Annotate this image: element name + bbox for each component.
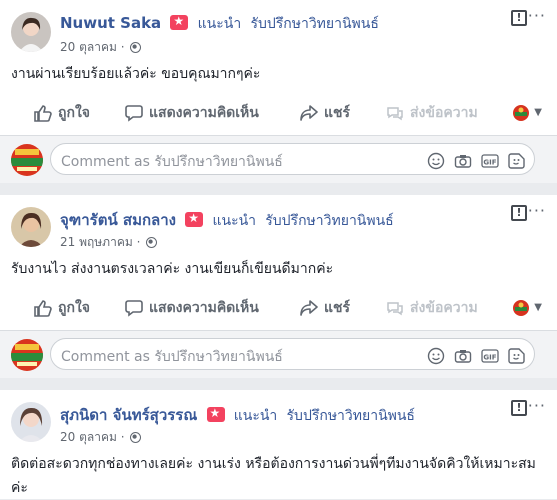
author-name[interactable]: Nuwut Saka แนะนำ รับปรึกษาวิทยานิพนธ์ (60, 13, 379, 35)
comment-input[interactable]: Comment as รับปรึกษาวิทยานิพนธ์ GIF (50, 338, 535, 370)
share-icon (300, 300, 318, 316)
post-meta: 20 ตุลาคม · (60, 428, 142, 447)
share-button[interactable]: แชร์ (300, 96, 350, 130)
author-name[interactable]: จุฑารัตน์ สมกลาง แนะนำ รับปรึกษาวิทยานิพ… (60, 208, 394, 232)
comment-composer: Comment as รับปรึกษาวิทยานิพนธ์ GIF (0, 330, 557, 378)
composer-icons: GIF (418, 345, 526, 365)
review-card: จุฑารัตน์ สมกลาง แนะนำ รับปรึกษาวิทยานิพ… (0, 195, 557, 378)
like-label: ถูกใจ (58, 105, 90, 121)
review-text: รับงานไว ส่งงานตรงเวลาค่ะ งานเขียนก็เขีย… (11, 261, 334, 277)
emoji-icon[interactable] (427, 152, 445, 170)
more-options-icon[interactable]: ··· (528, 201, 546, 220)
report-icon[interactable]: ! (511, 400, 527, 416)
action-bar: ถูกใจ แสดงความคิดเห็น แชร์ ส่งข้อความ ▼ (0, 96, 557, 130)
page-avatar-icon[interactable] (513, 300, 529, 316)
share-label: แชร์ (324, 105, 351, 121)
message-label: ส่งข้อความ (410, 300, 478, 316)
author-name-text[interactable]: สุภนิดา จันทร์สุวรรณ (60, 406, 197, 424)
thumbs-up-icon (34, 300, 52, 317)
avatar[interactable] (11, 12, 51, 52)
page-name-link[interactable]: รับปรึกษาวิทยานิพนธ์ (265, 213, 393, 229)
post-meta: 20 ตุลาคม · (60, 38, 142, 57)
svg-text:GIF: GIF (483, 158, 496, 166)
page-name-link[interactable]: รับปรึกษาวิทยานิพนธ์ (250, 16, 378, 32)
emoji-icon[interactable] (427, 347, 445, 365)
share-label: แชร์ (324, 300, 351, 316)
author-name-text[interactable]: Nuwut Saka (60, 14, 161, 32)
like-label: ถูกใจ (58, 300, 90, 316)
like-button[interactable]: ถูกใจ (34, 291, 90, 325)
comment-icon (125, 105, 143, 122)
recommend-label: แนะนำ (212, 213, 257, 229)
share-icon (300, 105, 318, 121)
comment-label: แสดงความคิดเห็น (149, 300, 259, 316)
globe-icon (146, 237, 158, 248)
avatar[interactable] (11, 402, 51, 442)
page-name-link[interactable]: รับปรึกษาวิทยานิพนธ์ (287, 408, 415, 424)
recommend-icon (185, 211, 204, 227)
review-card: Nuwut Saka แนะนำ รับปรึกษาวิทยานิพนธ์ 20… (0, 0, 557, 183)
review-card: สุภนิดา จันทร์สุวรรณ แนะนำ รับปรึกษาวิทย… (0, 390, 557, 499)
gif-icon[interactable]: GIF (481, 152, 499, 170)
report-icon[interactable]: ! (511, 205, 527, 221)
report-icon[interactable]: ! (511, 10, 527, 26)
thumbs-up-icon (34, 105, 52, 122)
avatar[interactable] (11, 207, 51, 247)
message-icon (387, 107, 403, 121)
page-avatar (11, 339, 43, 371)
page-avatar-icon[interactable] (513, 105, 529, 121)
post-date[interactable]: 21 พฤษภาคม (60, 235, 133, 249)
globe-icon (130, 432, 142, 443)
svg-text:GIF: GIF (483, 353, 496, 361)
camera-icon[interactable] (454, 152, 472, 170)
composer-icons: GIF (418, 150, 526, 170)
send-message-button[interactable]: ส่งข้อความ (386, 96, 478, 130)
more-options-icon[interactable]: ··· (528, 396, 546, 415)
gif-icon[interactable]: GIF (481, 347, 499, 365)
comment-label: แสดงความคิดเห็น (149, 105, 259, 121)
share-button[interactable]: แชร์ (300, 291, 350, 325)
sticker-icon[interactable] (508, 347, 526, 365)
chevron-down-icon[interactable]: ▼ (534, 107, 542, 118)
sticker-icon[interactable] (508, 152, 526, 170)
recommend-label: แนะนำ (197, 16, 242, 32)
send-message-button[interactable]: ส่งข้อความ (386, 291, 478, 325)
comment-button[interactable]: แสดงความคิดเห็น (125, 291, 259, 325)
recommend-icon (206, 406, 225, 422)
globe-icon (130, 42, 142, 53)
message-label: ส่งข้อความ (410, 105, 478, 121)
recommend-icon (170, 14, 189, 30)
author-name[interactable]: สุภนิดา จันทร์สุวรรณ แนะนำ รับปรึกษาวิทย… (60, 403, 415, 427)
like-button[interactable]: ถูกใจ (34, 96, 90, 130)
camera-icon[interactable] (454, 347, 472, 365)
post-meta: 21 พฤษภาคม · (60, 233, 158, 252)
more-options-icon[interactable]: ··· (528, 6, 546, 25)
page-avatar (11, 144, 43, 176)
post-date[interactable]: 20 ตุลาคม (60, 430, 117, 444)
recommend-label: แนะนำ (233, 408, 278, 424)
author-name-text[interactable]: จุฑารัตน์ สมกลาง (60, 211, 176, 229)
comment-placeholder: Comment as รับปรึกษาวิทยานิพนธ์ (61, 154, 283, 170)
comment-input[interactable]: Comment as รับปรึกษาวิทยานิพนธ์ GIF (50, 143, 535, 175)
comment-icon (125, 300, 143, 317)
action-bar: ถูกใจ แสดงความคิดเห็น แชร์ ส่งข้อความ ▼ (0, 291, 557, 325)
comment-composer: Comment as รับปรึกษาวิทยานิพนธ์ GIF (0, 135, 557, 183)
comment-button[interactable]: แสดงความคิดเห็น (125, 96, 259, 130)
review-text: งานผ่านเรียบร้อยแล้วค่ะ ขอบคุณมากๆค่ะ (11, 66, 261, 82)
review-text: ติดต่อสะดวกทุกช่องทางเลยค่ะ งานเร่ง หรือ… (11, 456, 536, 496)
chevron-down-icon[interactable]: ▼ (534, 302, 542, 313)
post-date[interactable]: 20 ตุลาคม (60, 40, 117, 54)
comment-placeholder: Comment as รับปรึกษาวิทยานิพนธ์ (61, 349, 283, 365)
message-icon (387, 302, 403, 316)
